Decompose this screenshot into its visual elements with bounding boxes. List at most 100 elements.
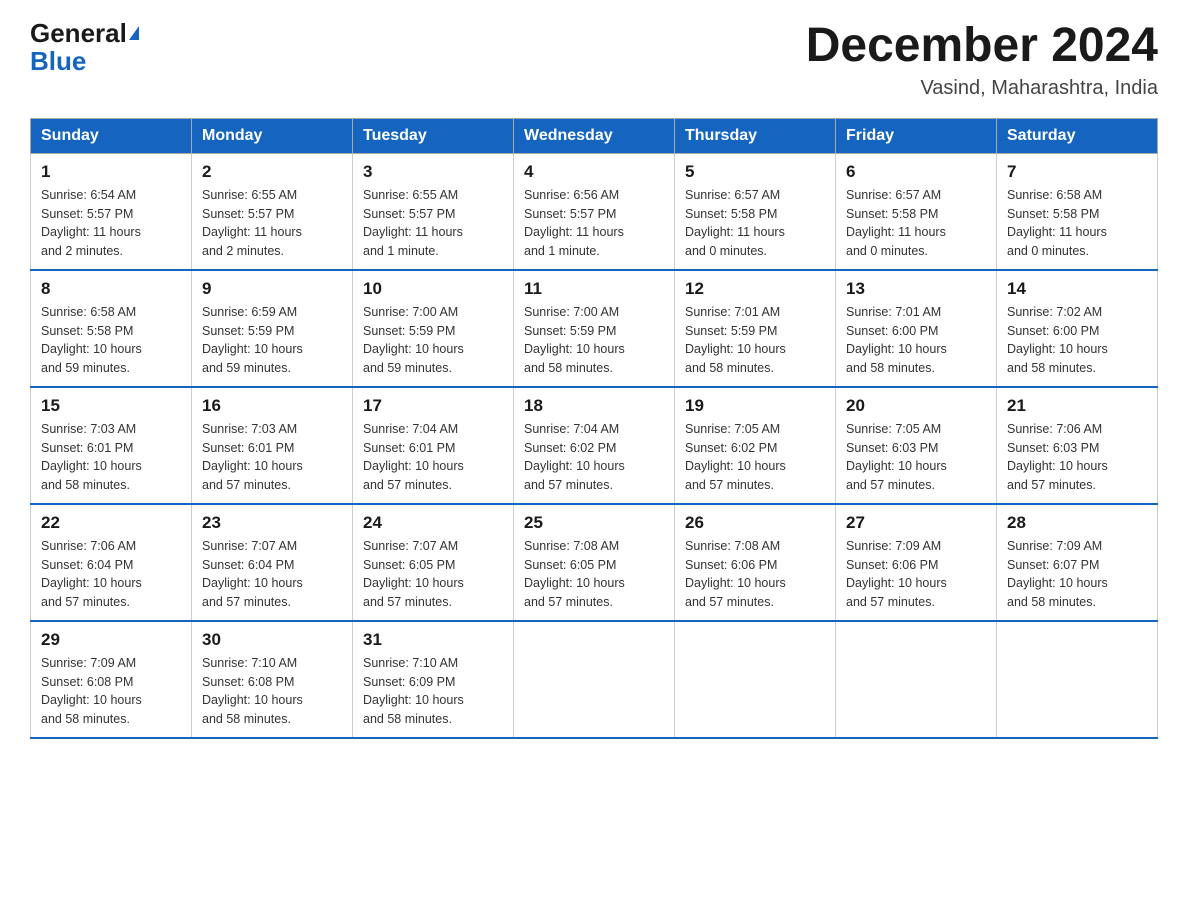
day-info: Sunrise: 7:03 AMSunset: 6:01 PMDaylight:… xyxy=(202,420,342,495)
table-row xyxy=(514,621,675,738)
table-row: 15 Sunrise: 7:03 AMSunset: 6:01 PMDayligh… xyxy=(31,387,192,504)
table-row: 12 Sunrise: 7:01 AMSunset: 5:59 PMDayligh… xyxy=(675,270,836,387)
calendar-week-row: 22Sunrise: 7:06 AMSunset: 6:04 PMDayligh… xyxy=(31,504,1158,621)
header-monday: Monday xyxy=(192,118,353,153)
day-info: Sunrise: 6:55 AMSunset: 5:57 PMDaylight:… xyxy=(363,186,503,261)
day-info: Sunrise: 7:09 AMSunset: 6:07 PMDaylight:… xyxy=(1007,537,1147,612)
logo-text-blue: Blue xyxy=(30,48,86,74)
table-row: 18 Sunrise: 7:04 AMSunset: 6:02 PMDayligh… xyxy=(514,387,675,504)
table-row: 14 Sunrise: 7:02 AMSunset: 6:00 PMDayligh… xyxy=(997,270,1158,387)
location-subtitle: Vasind, Maharashtra, India xyxy=(806,77,1158,100)
day-info: Sunrise: 7:00 AMSunset: 5:59 PMDaylight:… xyxy=(363,303,503,378)
day-info: Sunrise: 6:55 AMSunset: 5:57 PMDaylight:… xyxy=(202,186,342,261)
day-number: 27 xyxy=(846,513,986,533)
day-info: Sunrise: 7:10 AMSunset: 6:09 PMDaylight:… xyxy=(363,654,503,729)
day-info: Sunrise: 6:57 AMSunset: 5:58 PMDaylight:… xyxy=(685,186,825,261)
day-number: 1 xyxy=(41,162,181,182)
table-row: 27 Sunrise: 7:09 AMSunset: 6:06 PMDayligh… xyxy=(836,504,997,621)
day-info: Sunrise: 7:07 AMSunset: 6:04 PMDaylight:… xyxy=(202,537,342,612)
month-year-title: December 2024 xyxy=(806,20,1158,73)
logo-triangle-icon xyxy=(129,26,139,40)
logo-text-general: General xyxy=(30,20,127,46)
day-info: Sunrise: 7:00 AMSunset: 5:59 PMDaylight:… xyxy=(524,303,664,378)
day-number: 19 xyxy=(685,396,825,416)
day-info: Sunrise: 6:58 AMSunset: 5:58 PMDaylight:… xyxy=(41,303,181,378)
day-number: 10 xyxy=(363,279,503,299)
day-number: 7 xyxy=(1007,162,1147,182)
table-row: 25 Sunrise: 7:08 AMSunset: 6:05 PMDayligh… xyxy=(514,504,675,621)
day-info: Sunrise: 7:04 AMSunset: 6:01 PMDaylight:… xyxy=(363,420,503,495)
day-number: 3 xyxy=(363,162,503,182)
table-row: 5 Sunrise: 6:57 AMSunset: 5:58 PMDaylight… xyxy=(675,153,836,270)
day-number: 25 xyxy=(524,513,664,533)
weekday-header-row: Sunday Monday Tuesday Wednesday Thursday… xyxy=(31,118,1158,153)
table-row: 6Sunrise: 6:57 AMSunset: 5:58 PMDaylight… xyxy=(836,153,997,270)
day-number: 8 xyxy=(41,279,181,299)
day-info: Sunrise: 6:56 AMSunset: 5:57 PMDaylight:… xyxy=(524,186,664,261)
table-row: 22Sunrise: 7:06 AMSunset: 6:04 PMDayligh… xyxy=(31,504,192,621)
table-row: 16 Sunrise: 7:03 AMSunset: 6:01 PMDayligh… xyxy=(192,387,353,504)
header-friday: Friday xyxy=(836,118,997,153)
day-number: 12 xyxy=(685,279,825,299)
day-number: 28 xyxy=(1007,513,1147,533)
day-info: Sunrise: 7:06 AMSunset: 6:03 PMDaylight:… xyxy=(1007,420,1147,495)
table-row: 1 Sunrise: 6:54 AMSunset: 5:57 PMDaylight… xyxy=(31,153,192,270)
day-number: 13 xyxy=(846,279,986,299)
header-sunday: Sunday xyxy=(31,118,192,153)
day-info: Sunrise: 7:07 AMSunset: 6:05 PMDaylight:… xyxy=(363,537,503,612)
day-info: Sunrise: 7:05 AMSunset: 6:02 PMDaylight:… xyxy=(685,420,825,495)
day-number: 22 xyxy=(41,513,181,533)
day-number: 5 xyxy=(685,162,825,182)
day-info: Sunrise: 6:59 AMSunset: 5:59 PMDaylight:… xyxy=(202,303,342,378)
day-number: 31 xyxy=(363,630,503,650)
table-row: 3 Sunrise: 6:55 AMSunset: 5:57 PMDaylight… xyxy=(353,153,514,270)
day-info: Sunrise: 7:08 AMSunset: 6:06 PMDaylight:… xyxy=(685,537,825,612)
day-number: 15 xyxy=(41,396,181,416)
day-info: Sunrise: 7:09 AMSunset: 6:06 PMDaylight:… xyxy=(846,537,986,612)
day-info: Sunrise: 6:57 AMSunset: 5:58 PMDaylight:… xyxy=(846,186,986,261)
day-info: Sunrise: 7:05 AMSunset: 6:03 PMDaylight:… xyxy=(846,420,986,495)
calendar-table: Sunday Monday Tuesday Wednesday Thursday… xyxy=(30,118,1158,739)
table-row: 9 Sunrise: 6:59 AMSunset: 5:59 PMDaylight… xyxy=(192,270,353,387)
day-info: Sunrise: 7:09 AMSunset: 6:08 PMDaylight:… xyxy=(41,654,181,729)
day-number: 9 xyxy=(202,279,342,299)
day-info: Sunrise: 7:10 AMSunset: 6:08 PMDaylight:… xyxy=(202,654,342,729)
table-row xyxy=(675,621,836,738)
table-row: 30Sunrise: 7:10 AMSunset: 6:08 PMDayligh… xyxy=(192,621,353,738)
table-row: 20 Sunrise: 7:05 AMSunset: 6:03 PMDayligh… xyxy=(836,387,997,504)
day-number: 14 xyxy=(1007,279,1147,299)
day-number: 20 xyxy=(846,396,986,416)
table-row: 24 Sunrise: 7:07 AMSunset: 6:05 PMDayligh… xyxy=(353,504,514,621)
table-row xyxy=(836,621,997,738)
table-row: 21 Sunrise: 7:06 AMSunset: 6:03 PMDayligh… xyxy=(997,387,1158,504)
day-number: 16 xyxy=(202,396,342,416)
header-tuesday: Tuesday xyxy=(353,118,514,153)
day-number: 11 xyxy=(524,279,664,299)
day-info: Sunrise: 7:02 AMSunset: 6:00 PMDaylight:… xyxy=(1007,303,1147,378)
title-block: December 2024 Vasind, Maharashtra, India xyxy=(806,20,1158,100)
table-row: 10 Sunrise: 7:00 AMSunset: 5:59 PMDayligh… xyxy=(353,270,514,387)
table-row: 7 Sunrise: 6:58 AMSunset: 5:58 PMDaylight… xyxy=(997,153,1158,270)
day-info: Sunrise: 7:04 AMSunset: 6:02 PMDaylight:… xyxy=(524,420,664,495)
calendar-week-row: 15 Sunrise: 7:03 AMSunset: 6:01 PMDayligh… xyxy=(31,387,1158,504)
table-row: 4 Sunrise: 6:56 AMSunset: 5:57 PMDaylight… xyxy=(514,153,675,270)
day-number: 21 xyxy=(1007,396,1147,416)
day-number: 24 xyxy=(363,513,503,533)
calendar-week-row: 8 Sunrise: 6:58 AMSunset: 5:58 PMDaylight… xyxy=(31,270,1158,387)
header-wednesday: Wednesday xyxy=(514,118,675,153)
table-row: 8 Sunrise: 6:58 AMSunset: 5:58 PMDaylight… xyxy=(31,270,192,387)
table-row: 26Sunrise: 7:08 AMSunset: 6:06 PMDayligh… xyxy=(675,504,836,621)
calendar-week-row: 1 Sunrise: 6:54 AMSunset: 5:57 PMDaylight… xyxy=(31,153,1158,270)
day-info: Sunrise: 7:08 AMSunset: 6:05 PMDaylight:… xyxy=(524,537,664,612)
table-row: 2Sunrise: 6:55 AMSunset: 5:57 PMDaylight… xyxy=(192,153,353,270)
day-info: Sunrise: 6:58 AMSunset: 5:58 PMDaylight:… xyxy=(1007,186,1147,261)
logo: General Blue xyxy=(30,20,139,74)
day-number: 4 xyxy=(524,162,664,182)
table-row: 13Sunrise: 7:01 AMSunset: 6:00 PMDayligh… xyxy=(836,270,997,387)
day-number: 18 xyxy=(524,396,664,416)
day-info: Sunrise: 6:54 AMSunset: 5:57 PMDaylight:… xyxy=(41,186,181,261)
table-row: 19 Sunrise: 7:05 AMSunset: 6:02 PMDayligh… xyxy=(675,387,836,504)
day-info: Sunrise: 7:01 AMSunset: 5:59 PMDaylight:… xyxy=(685,303,825,378)
calendar-week-row: 29Sunrise: 7:09 AMSunset: 6:08 PMDayligh… xyxy=(31,621,1158,738)
day-info: Sunrise: 7:03 AMSunset: 6:01 PMDaylight:… xyxy=(41,420,181,495)
